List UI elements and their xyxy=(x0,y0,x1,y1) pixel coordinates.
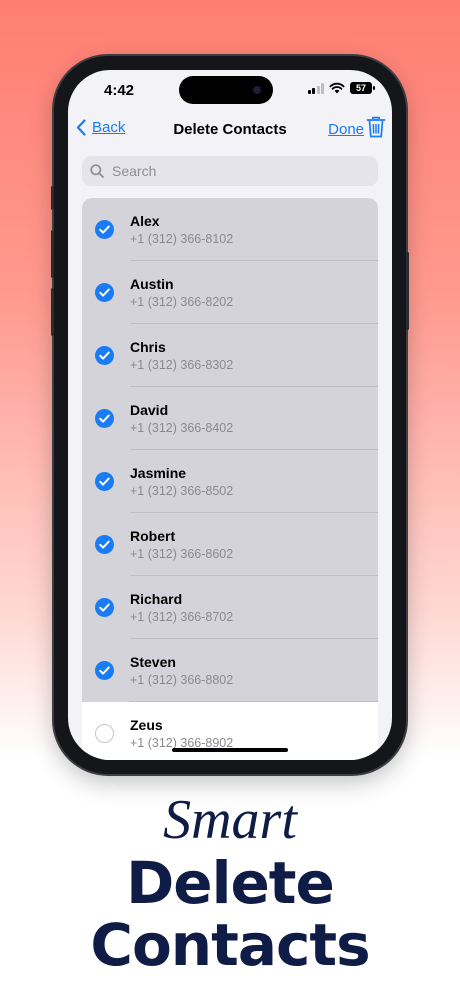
volume-down-button xyxy=(51,288,54,336)
contact-phone: +1 (312) 366-8802 xyxy=(130,673,234,687)
check-icon[interactable] xyxy=(95,661,114,680)
headline-smart: Smart xyxy=(163,789,297,851)
contact-phone: +1 (312) 366-8602 xyxy=(130,547,234,561)
unchecked-circle-icon[interactable] xyxy=(95,724,114,743)
contact-row[interactable]: Chris +1 (312) 366-8302 xyxy=(82,324,378,387)
contact-row[interactable]: Robert +1 (312) 366-8602 xyxy=(82,513,378,576)
contact-name: Jasmine xyxy=(130,465,187,481)
contact-name: David xyxy=(130,402,169,418)
battery-icon: 57 xyxy=(350,82,375,94)
home-indicator[interactable] xyxy=(172,748,288,752)
dynamic-island xyxy=(179,76,273,104)
contact-list: Alex +1 (312) 366-8102 Austin +1 (312) 366-… xyxy=(82,198,378,760)
check-icon[interactable] xyxy=(95,346,114,365)
headline-main: Delete Contacts xyxy=(0,852,460,976)
check-icon[interactable] xyxy=(95,220,114,239)
status-time: 4:42 xyxy=(104,82,135,99)
contact-name: Austin xyxy=(130,276,174,292)
contact-name: Steven xyxy=(130,654,176,670)
contact-row[interactable]: Richard +1 (312) 366-8702 xyxy=(82,576,378,639)
contact-row[interactable]: Jasmine +1 (312) 366-8502 xyxy=(82,450,378,513)
check-icon[interactable] xyxy=(95,535,114,554)
contact-name: Chris xyxy=(130,339,166,355)
contact-name: Robert xyxy=(130,528,176,544)
search-input[interactable] xyxy=(110,162,354,180)
status-indicators: 57 xyxy=(307,82,375,94)
search-icon xyxy=(90,164,104,178)
check-icon[interactable] xyxy=(95,472,114,491)
camera-icon xyxy=(253,86,261,94)
contact-row[interactable]: David +1 (312) 366-8402 xyxy=(82,387,378,450)
contact-phone: +1 (312) 366-8202 xyxy=(130,295,234,309)
contact-row[interactable]: Austin +1 (312) 366-8202 xyxy=(82,261,378,324)
contact-phone: +1 (312) 366-8502 xyxy=(130,484,234,498)
power-button xyxy=(406,252,409,330)
contact-row[interactable]: Alex +1 (312) 366-8102 xyxy=(82,198,378,261)
phone-screen: 4:42 57 Back Delete Contacts Done Search… xyxy=(68,70,392,760)
signal-icon xyxy=(307,82,324,94)
done-button[interactable]: Done xyxy=(328,121,364,138)
phone-frame: 4:42 57 Back Delete Contacts Done Search… xyxy=(51,56,409,774)
headline-delete: Delete xyxy=(126,849,335,917)
search-bar[interactable] xyxy=(82,156,378,186)
back-label: Back xyxy=(92,119,126,136)
check-icon[interactable] xyxy=(95,283,114,302)
check-icon[interactable] xyxy=(95,598,114,617)
volume-up-button xyxy=(51,230,54,278)
wifi-icon xyxy=(329,82,345,94)
contact-phone: +1 (312) 366-8102 xyxy=(130,232,234,246)
contact-phone: +1 (312) 366-8302 xyxy=(130,358,234,372)
contact-phone: +1 (312) 366-8402 xyxy=(130,421,234,435)
check-icon[interactable] xyxy=(95,409,114,428)
contact-phone: +1 (312) 366-8702 xyxy=(130,610,234,624)
delete-button[interactable] xyxy=(366,116,386,143)
contact-name: Alex xyxy=(130,213,160,229)
contact-name: Zeus xyxy=(130,717,163,733)
trash-icon xyxy=(366,116,386,138)
back-chevron-icon xyxy=(76,119,86,136)
contact-row[interactable]: Steven +1 (312) 366-8802 xyxy=(82,639,378,702)
contact-name: Richard xyxy=(130,591,183,607)
back-button[interactable]: Back xyxy=(76,119,125,136)
navigation-bar: Back Delete Contacts Done xyxy=(68,114,392,150)
headline-contacts: Contacts xyxy=(90,911,370,979)
action-button xyxy=(51,186,54,210)
